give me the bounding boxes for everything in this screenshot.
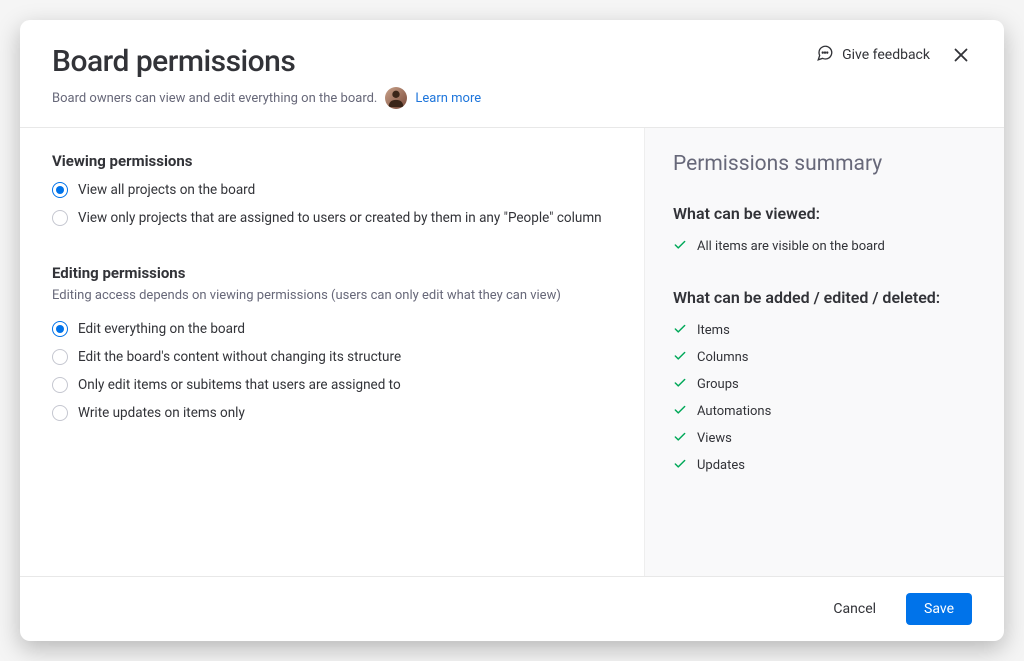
- summary-viewed-section: What can be viewed: All items are visibl…: [673, 204, 976, 260]
- radio-button[interactable]: [52, 210, 68, 226]
- radio-button[interactable]: [52, 349, 68, 365]
- viewing-option-1[interactable]: View only projects that are assigned to …: [52, 204, 612, 232]
- editing-options: Edit everything on the board Edit the boa…: [52, 315, 612, 427]
- editing-option-1[interactable]: Edit the board's content without changin…: [52, 343, 612, 371]
- summary-item-label: Groups: [697, 377, 739, 392]
- feedback-icon: [816, 44, 834, 66]
- check-icon: [673, 375, 687, 394]
- permissions-summary-panel: Permissions summary What can be viewed: …: [644, 128, 1004, 576]
- summary-item-label: Views: [697, 431, 732, 446]
- summary-item: All items are visible on the board: [673, 233, 976, 260]
- summary-item-label: Automations: [697, 404, 771, 419]
- summary-viewed-items: All items are visible on the board: [673, 233, 976, 260]
- summary-item: Columns: [673, 344, 976, 371]
- cancel-button[interactable]: Cancel: [815, 593, 894, 625]
- radio-button[interactable]: [52, 321, 68, 337]
- modal-body: Viewing permissions View all projects on…: [20, 128, 1004, 576]
- radio-label: View all projects on the board: [78, 182, 255, 198]
- give-feedback-button[interactable]: Give feedback: [816, 44, 930, 66]
- check-icon: [673, 237, 687, 256]
- summary-item: Groups: [673, 371, 976, 398]
- radio-button[interactable]: [52, 405, 68, 421]
- viewing-options: View all projects on the board View only …: [52, 176, 612, 232]
- check-icon: [673, 429, 687, 448]
- radio-label: Only edit items or subitems that users a…: [78, 377, 401, 393]
- summary-item-label: All items are visible on the board: [697, 239, 885, 254]
- feedback-label: Give feedback: [842, 47, 930, 63]
- viewing-option-0[interactable]: View all projects on the board: [52, 176, 612, 204]
- close-icon: [950, 44, 972, 66]
- viewing-permissions-section: Viewing permissions View all projects on…: [52, 152, 612, 232]
- check-icon: [673, 402, 687, 421]
- left-panel: Viewing permissions View all projects on…: [20, 128, 644, 576]
- summary-item: Automations: [673, 398, 976, 425]
- editing-option-0[interactable]: Edit everything on the board: [52, 315, 612, 343]
- editing-desc: Editing access depends on viewing permis…: [52, 288, 612, 303]
- radio-label: Edit everything on the board: [78, 321, 245, 337]
- header-right: Give feedback: [816, 44, 972, 66]
- summary-edited-items: Items Columns Groups Automations Views Update…: [673, 317, 976, 479]
- modal-header: Board permissions Board owners can view …: [20, 20, 1004, 128]
- radio-label: Write updates on items only: [78, 405, 245, 421]
- summary-viewed-heading: What can be viewed:: [673, 204, 976, 223]
- summary-edited-section: What can be added / edited / deleted: It…: [673, 288, 976, 479]
- editing-option-3[interactable]: Write updates on items only: [52, 399, 612, 427]
- editing-title: Editing permissions: [52, 264, 612, 282]
- summary-item: Items: [673, 317, 976, 344]
- subtitle: Board owners can view and edit everythin…: [52, 91, 377, 106]
- check-icon: [673, 456, 687, 475]
- viewing-title: Viewing permissions: [52, 152, 612, 170]
- summary-item: Updates: [673, 452, 976, 479]
- check-icon: [673, 348, 687, 367]
- summary-item-label: Updates: [697, 458, 745, 473]
- page-title: Board permissions: [52, 44, 481, 79]
- header-left: Board permissions Board owners can view …: [52, 44, 481, 109]
- radio-label: Edit the board's content without changin…: [78, 349, 401, 365]
- radio-label: View only projects that are assigned to …: [78, 210, 602, 226]
- summary-title: Permissions summary: [673, 152, 976, 176]
- summary-item-label: Items: [697, 323, 730, 338]
- editing-option-2[interactable]: Only edit items or subitems that users a…: [52, 371, 612, 399]
- modal-footer: Cancel Save: [20, 576, 1004, 641]
- radio-button[interactable]: [52, 182, 68, 198]
- learn-more-link[interactable]: Learn more: [415, 91, 481, 106]
- save-button[interactable]: Save: [906, 593, 972, 625]
- subtitle-row: Board owners can view and edit everythin…: [52, 87, 481, 109]
- summary-item-label: Columns: [697, 350, 749, 365]
- summary-edited-heading: What can be added / edited / deleted:: [673, 288, 976, 307]
- avatar: [385, 87, 407, 109]
- board-permissions-modal: Board permissions Board owners can view …: [20, 20, 1004, 641]
- check-icon: [673, 321, 687, 340]
- editing-permissions-section: Editing permissions Editing access depen…: [52, 264, 612, 427]
- radio-button[interactable]: [52, 377, 68, 393]
- close-button[interactable]: [950, 44, 972, 66]
- summary-item: Views: [673, 425, 976, 452]
